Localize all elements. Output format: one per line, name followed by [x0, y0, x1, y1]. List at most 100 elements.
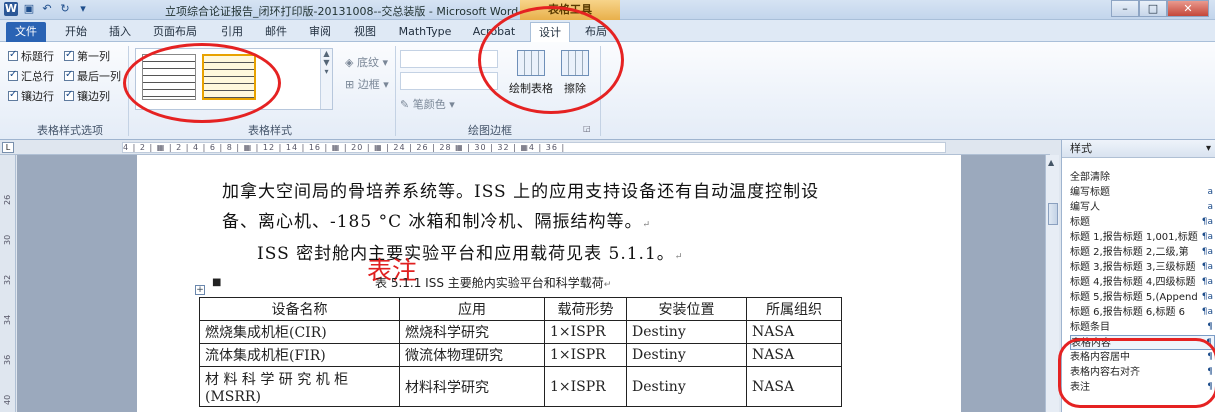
- eraser-button[interactable]: 擦除: [558, 50, 592, 96]
- style-item[interactable]: 标题条目 ¶: [1070, 320, 1215, 335]
- tab-review[interactable]: 审阅: [300, 22, 340, 42]
- table-row: 燃烧集成机柜(CIR) 燃烧科学研究 1×ISPR Destiny NASA: [199, 320, 842, 344]
- line-style-dropdown[interactable]: [400, 50, 498, 68]
- tab-home[interactable]: 开始: [56, 22, 96, 42]
- redo-icon[interactable]: ↻: [58, 2, 72, 16]
- table-cell[interactable]: Destiny: [626, 366, 747, 407]
- ruler-row: L 4 | 2 | ▦ | 2 | 4 | 6 | 8 | ▦ | 12 | 1…: [0, 140, 1050, 155]
- table-cell[interactable]: 燃烧科学研究: [399, 320, 545, 344]
- table-tools-context-title: 表格工具: [520, 0, 620, 20]
- table-header-cell[interactable]: 安装位置: [626, 297, 747, 321]
- table-style-plain[interactable]: [142, 54, 196, 100]
- checkbox-banded-rows[interactable]: 镶边行: [8, 88, 54, 104]
- styles-pane-header: 样式 ▾: [1062, 140, 1215, 158]
- tab-layout[interactable]: 布局: [578, 22, 614, 42]
- horizontal-ruler[interactable]: 4 | 2 | ▦ | 2 | 4 | 6 | 8 | ▦ | 12 | 14 …: [122, 142, 946, 153]
- quick-access-toolbar: W ▣ ↶ ↻ ▾: [4, 2, 90, 16]
- style-item-table-content[interactable]: 表格内容 ¶: [1070, 335, 1215, 350]
- table-cell[interactable]: 1×ISPR: [544, 366, 627, 407]
- table-cell[interactable]: NASA: [746, 320, 842, 344]
- scroll-thumb[interactable]: [1048, 203, 1058, 225]
- style-item[interactable]: 标题 3,报告标题 3,三级标题 ¶a: [1070, 260, 1215, 275]
- tab-mailings[interactable]: 邮件: [256, 22, 296, 42]
- table-cell[interactable]: 流体集成机柜(FIR): [199, 343, 400, 367]
- tab-acrobat[interactable]: Acrobat: [468, 22, 520, 42]
- customize-icon[interactable]: ▾: [76, 2, 90, 16]
- close-icon[interactable]: ✕: [1167, 0, 1209, 17]
- table-cell[interactable]: Destiny: [626, 343, 747, 367]
- table-header-cell[interactable]: 设备名称: [199, 297, 400, 321]
- group-separator: [128, 46, 129, 136]
- checkbox-banded-columns[interactable]: 镶边列: [64, 88, 110, 104]
- table-cell[interactable]: Destiny: [626, 320, 747, 344]
- ribbon-tabs: 文件 开始 插入 页面布局 引用 邮件 审阅 视图 MathType Acrob…: [0, 20, 1215, 42]
- checkbox-total-row[interactable]: 汇总行: [8, 68, 54, 84]
- draw-table-button[interactable]: 绘制表格: [508, 50, 554, 96]
- tab-mathtype[interactable]: MathType: [394, 22, 456, 42]
- table-cell[interactable]: 微流体物理研究: [399, 343, 545, 367]
- scroll-up-icon[interactable]: ▲: [1048, 158, 1054, 167]
- eraser-icon: [561, 50, 589, 76]
- paragraph-mark-icon: ■: [212, 277, 222, 288]
- line-weight-dropdown[interactable]: [400, 72, 498, 90]
- style-item[interactable]: 标题 6,报告标题 6,标题 6 ¶a: [1070, 305, 1215, 320]
- tab-page-layout[interactable]: 页面布局: [146, 22, 204, 42]
- style-item[interactable]: 编写标题 a: [1070, 185, 1215, 200]
- shading-button[interactable]: ◈ 底纹 ▾: [345, 54, 388, 70]
- table-cell[interactable]: NASA: [746, 343, 842, 367]
- pane-menu-icon[interactable]: ▾: [1206, 140, 1211, 158]
- style-item[interactable]: 标题 2,报告标题 2,二级,第 ¶a: [1070, 245, 1215, 260]
- style-item[interactable]: 编写人 a: [1070, 200, 1215, 215]
- document-page[interactable]: 加拿大空间局的骨培养系统等。ISS 上的应用支持设备还有自动温度控制设 备、离心…: [137, 155, 961, 412]
- style-item-table-content-center[interactable]: 表格内容居中 ¶: [1070, 350, 1215, 365]
- save-icon[interactable]: ▣: [22, 2, 36, 16]
- tab-file[interactable]: 文件: [6, 22, 46, 42]
- document-scrollbar[interactable]: ▲: [1045, 155, 1059, 412]
- style-item[interactable]: 标题 5,报告标题 5,(Append ¶a: [1070, 290, 1215, 305]
- table-style-selected[interactable]: [202, 54, 256, 100]
- table-cell[interactable]: 材料科学研究: [399, 366, 545, 407]
- group-label-table-styles: 表格样式: [248, 124, 292, 137]
- table-header-cell[interactable]: 所属组织: [746, 297, 842, 321]
- word-icon[interactable]: W: [4, 2, 18, 16]
- table-row: 流体集成机柜(FIR) 微流体物理研究 1×ISPR Destiny NASA: [199, 343, 842, 367]
- tab-insert[interactable]: 插入: [100, 22, 140, 42]
- tab-design[interactable]: 设计: [530, 22, 570, 42]
- table-cell[interactable]: NASA: [746, 366, 842, 407]
- table-caption: 表 5.1.1 ISS 主要舱内实验平台和科学载荷↵: [375, 276, 612, 290]
- gallery-scroll[interactable]: ▲ ▼ ▾: [320, 49, 332, 109]
- styles-pane-title: 样式: [1070, 142, 1092, 155]
- tab-view[interactable]: 视图: [345, 22, 385, 42]
- table-cell[interactable]: 燃烧集成机柜(CIR): [199, 320, 400, 344]
- checkbox-first-column[interactable]: 第一列: [64, 48, 110, 64]
- tab-selector[interactable]: L: [2, 142, 14, 153]
- style-item[interactable]: 标题 1,报告标题 1,001,标题 ¶a: [1070, 230, 1215, 245]
- table-header-cell[interactable]: 载荷形势: [544, 297, 627, 321]
- undo-icon[interactable]: ↶: [40, 2, 54, 16]
- dialog-launcher-icon[interactable]: ◲: [583, 124, 591, 133]
- vertical-ruler: 26 30 32 34 36 40: [0, 155, 16, 412]
- table-header-cell[interactable]: 应用: [399, 297, 545, 321]
- pen-color-button[interactable]: ✎ 笔颜色 ▾: [400, 96, 455, 112]
- table-cell[interactable]: 1×ISPR: [544, 320, 627, 344]
- window-controls: – □ ✕: [1111, 0, 1209, 17]
- group-label-draw-borders: 绘图边框: [468, 124, 512, 137]
- body-paragraph-line: ISS 密封舱内主要实验平台和应用载荷见表 5.1.1。↵: [257, 244, 684, 264]
- tab-references[interactable]: 引用: [212, 22, 252, 42]
- table-move-handle-icon[interactable]: +: [195, 285, 205, 295]
- style-item-table-content-right[interactable]: 表格内容右对齐 ¶: [1070, 365, 1215, 380]
- table-cell[interactable]: 1×ISPR: [544, 343, 627, 367]
- style-item[interactable]: 标题 4,报告标题 4,四级标题 ¶a: [1070, 275, 1215, 290]
- minimize-icon[interactable]: –: [1111, 0, 1139, 17]
- table-row: 材 料 科 学 研 究 机 柜 (MSRR) 材料科学研究 1×ISPR Des…: [199, 366, 842, 407]
- maximize-icon[interactable]: □: [1139, 0, 1167, 17]
- style-item-table-note[interactable]: 表注 ¶: [1070, 380, 1215, 395]
- checkbox-header-row[interactable]: 标题行: [8, 48, 54, 64]
- table-cell[interactable]: 材 料 科 学 研 究 机 柜 (MSRR): [199, 366, 400, 407]
- title-bar: W ▣ ↶ ↻ ▾ 立项综合论证报告_闭环打印版-20131008--交总装版 …: [0, 0, 1215, 20]
- checkbox-last-column[interactable]: 最后一列: [64, 68, 121, 84]
- style-item[interactable]: 标题 ¶a: [1070, 215, 1215, 230]
- data-table[interactable]: 设备名称 应用 载荷形势 安装位置 所属组织 燃烧集成机柜(CIR) 燃烧科学研…: [199, 297, 842, 407]
- style-item-clear-all[interactable]: 全部清除: [1070, 170, 1215, 185]
- borders-button[interactable]: ⊞ 边框 ▾: [345, 76, 389, 92]
